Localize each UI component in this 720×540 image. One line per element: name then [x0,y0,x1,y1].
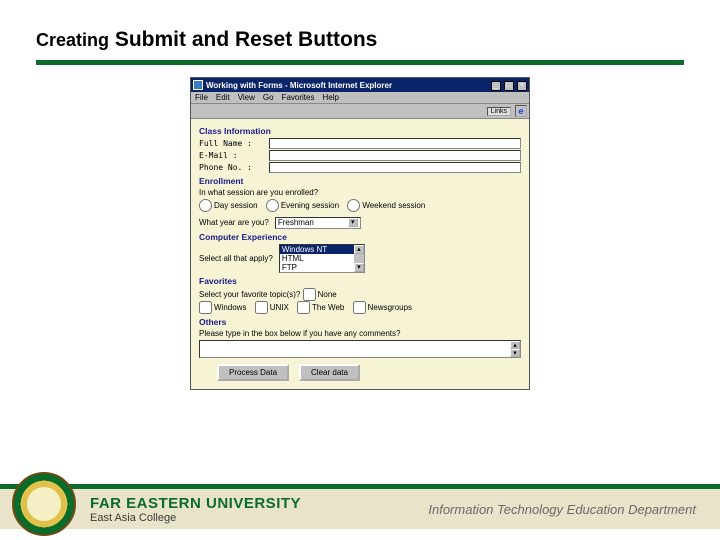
menu-view[interactable]: View [238,93,255,102]
slide-title: Creating Submit and Reset Buttons [36,28,684,56]
q-session: In what session are you enrolled? [199,188,521,197]
section-experience: Computer Experience [199,232,521,242]
radio-day[interactable] [199,199,212,212]
label-favorites: Select your favorite topic(s)? [199,290,300,299]
submit-button[interactable]: Process Data [217,364,289,381]
reset-button[interactable]: Clear data [299,364,360,381]
list-item[interactable]: FTP [280,263,354,272]
list-item[interactable]: Windows NT [280,245,354,254]
linksbar: Links e [191,104,529,119]
radio-group-session: Day session Evening session Weekend sess… [199,199,521,212]
minimize-button[interactable]: _ [491,81,501,91]
label-comments: Please type in the box below if you have… [199,329,521,338]
page-content: Class Information Full Name : E-Mail : P… [191,119,529,389]
radio-evening[interactable] [266,199,279,212]
department-name: Information Technology Education Departm… [428,502,696,517]
browser-window: Working with Forms - Microsoft Internet … [190,77,530,390]
menu-file[interactable]: File [195,93,208,102]
menu-go[interactable]: Go [263,93,274,102]
listbox-experience[interactable]: Windows NT HTML FTP ▴ ▾ [279,244,365,273]
section-class-info: Class Information [199,126,521,136]
label-email: E-Mail : [199,151,269,160]
university-line1: FAR EASTERN UNIVERSITY [90,495,301,512]
select-year-value: Freshman [278,218,314,227]
textarea-comments[interactable]: ▴▾ [199,340,521,358]
university-name: FAR EASTERN UNIVERSITY East Asia College [90,495,301,524]
ie-logo-icon: e [515,105,527,117]
q-year: What year are you? [199,218,269,227]
input-fullname[interactable] [269,138,521,149]
title-prefix: Creating [36,30,109,50]
input-phone[interactable] [269,162,521,173]
scroll-up-icon[interactable]: ▴ [510,341,520,349]
label-fullname: Full Name : [199,139,269,148]
window-title: Working with Forms - Microsoft Internet … [206,81,490,90]
check-unix[interactable] [255,301,268,314]
menu-favorites[interactable]: Favorites [282,93,315,102]
radio-weekend[interactable] [347,199,360,212]
university-seal-icon [12,472,76,536]
links-button[interactable]: Links [487,107,511,116]
check-none[interactable] [303,288,316,301]
check-newsgroups[interactable] [353,301,366,314]
app-icon [193,80,203,90]
title-rule [36,60,684,65]
menubar: File Edit View Go Favorites Help [191,92,529,104]
titlebar: Working with Forms - Microsoft Internet … [191,78,529,92]
list-item[interactable]: HTML [280,254,354,263]
check-windows[interactable] [199,301,212,314]
check-web[interactable] [297,301,310,314]
label-phone: Phone No. : [199,163,269,172]
slide-footer: FAR EASTERN UNIVERSITY East Asia College… [0,484,720,540]
university-line2: East Asia College [90,512,301,524]
section-enrollment: Enrollment [199,176,521,186]
section-favorites: Favorites [199,276,521,286]
menu-help[interactable]: Help [322,93,338,102]
select-year[interactable]: Freshman ▾ [275,217,361,229]
scroll-down-icon[interactable]: ▾ [354,263,364,272]
label-experience: Select all that apply? [199,254,273,263]
close-button[interactable]: × [517,81,527,91]
section-others: Others [199,317,521,327]
input-email[interactable] [269,150,521,161]
scroll-down-icon[interactable]: ▾ [510,349,520,357]
chevron-down-icon: ▾ [348,218,358,227]
menu-edit[interactable]: Edit [216,93,230,102]
scroll-up-icon[interactable]: ▴ [354,245,364,254]
maximize-button[interactable]: □ [504,81,514,91]
title-main: Submit and Reset Buttons [109,28,377,51]
